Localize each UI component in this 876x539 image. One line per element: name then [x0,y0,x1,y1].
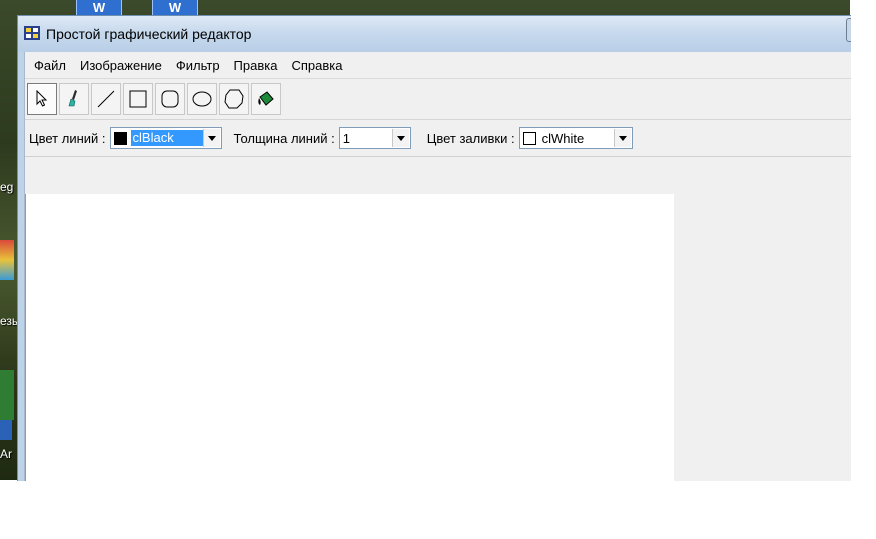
menu-filter[interactable]: Фильтр [169,58,227,73]
tool-bar [25,79,851,120]
desktop-app-icon[interactable] [0,240,14,280]
desktop-icon-label: eg [0,180,14,194]
rectangle-icon [129,90,147,108]
chevron-down-icon[interactable] [613,129,631,147]
menu-edit[interactable]: Правка [227,58,285,73]
chevron-down-icon[interactable] [391,129,409,147]
rounded-rectangle-icon [161,90,179,108]
tool-line[interactable] [91,83,121,115]
line-color-label: Цвет линий : [29,130,106,146]
select-pointer-icon [36,90,48,107]
fill-color-select[interactable]: clWhite [518,127,633,149]
line-color-swatch [113,131,127,145]
fill-color-selected: clWhite [520,128,614,148]
menu-file[interactable]: Файл [27,58,73,73]
title-bar[interactable]: Простой графический редактор [18,16,851,52]
close-button[interactable] [846,18,851,42]
fill-color-swatch [522,131,536,145]
shortcut-arrow-icon[interactable] [0,420,12,440]
tool-select[interactable] [27,83,57,115]
window-client: Файл Изображение Фильтр Правка Справка Ц… [24,52,851,481]
polygon-icon [224,89,244,109]
line-width-label: Толщина линий : [233,130,335,146]
tool-rectangle[interactable] [123,83,153,115]
drawing-canvas[interactable] [25,194,674,481]
chevron-down-icon[interactable] [202,129,220,147]
menu-bar: Файл Изображение Фильтр Правка Справка [25,52,851,79]
fill-color-label: Цвет заливки : [426,130,515,146]
line-color-select[interactable]: clBlack [109,127,222,149]
menu-image[interactable]: Изображение [73,58,169,73]
properties-bar: Цвет линий : clBlack Толщина линий : 1 Ц… [25,120,851,157]
line-width-select[interactable]: 1 [338,127,411,149]
tool-fill[interactable] [251,83,281,115]
fill-color-value: clWhite [541,130,585,146]
app-icon [24,26,40,40]
line-color-selected: clBlack [111,128,203,148]
tool-rounded-rectangle[interactable] [155,83,185,115]
ellipse-icon [192,91,212,107]
tool-brush[interactable] [59,83,89,115]
tool-polygon[interactable] [219,83,249,115]
desktop-icon-label: Ar [0,447,12,461]
line-icon [97,90,115,108]
line-color-value: clBlack [130,130,203,146]
brush-icon [68,90,77,107]
tool-ellipse[interactable] [187,83,217,115]
app-window: Простой графический редактор Файл Изобра… [17,15,851,481]
line-width-value: 1 [342,130,350,146]
fill-icon [258,91,274,106]
menu-help[interactable]: Справка [284,58,349,73]
desktop-app-icon[interactable] [0,370,14,420]
canvas-area [25,194,851,481]
window-title: Простой графический редактор [46,26,252,42]
